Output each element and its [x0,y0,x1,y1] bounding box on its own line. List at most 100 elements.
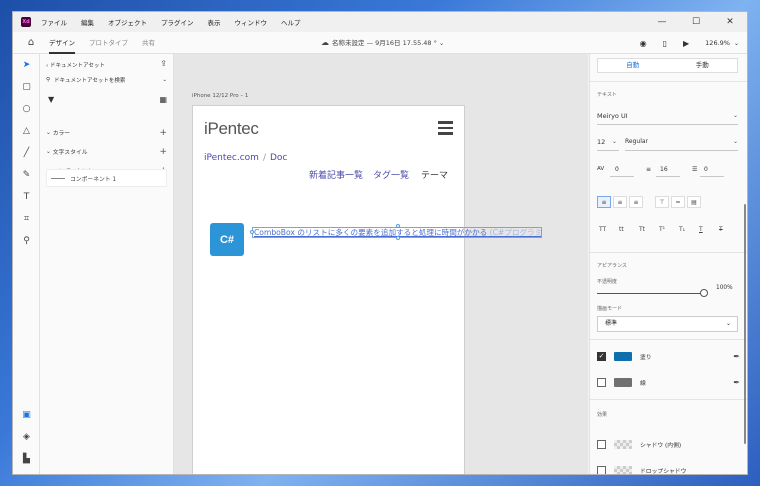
inner-shadow-swatch[interactable] [614,439,632,449]
grid-view-icon[interactable]: ▦ [159,95,167,104]
eyedropper-icon[interactable]: ✒ [733,352,740,361]
menu-file[interactable]: ファイル [41,17,67,27]
resize-handle-left[interactable] [250,230,254,234]
menu-window[interactable]: ウィンドウ [235,17,268,27]
inner-shadow-row: シャドウ (内側) [597,438,740,450]
maximize-button[interactable]: ☐ [679,12,713,32]
nav-new-articles[interactable]: 新着記事一覧 [309,168,363,181]
superscript-button[interactable]: T¹ [659,226,679,233]
toolbar: ⌂ デザイン プロトタイプ 共有 ☁ 名称未設定 — 9月16日 17.55.48… [13,32,747,54]
chevron-down-icon: ⌄ [725,320,731,327]
eyedropper-icon[interactable]: ✒ [733,378,740,387]
section-char-styles[interactable]: ⌄ 文字スタイル + [46,147,167,157]
valign-middle-icon[interactable]: = [671,196,685,208]
add-char-style-icon[interactable]: + [159,147,167,157]
zoom-tool-icon[interactable]: ⚲ [13,236,40,246]
assets-header[interactable]: ‹ ドキュメントアセット [46,61,105,69]
text-tool-icon[interactable]: T [13,192,40,202]
valign-bottom-icon[interactable]: ▤ [687,196,701,208]
assets-panel-icon[interactable]: ▣ [13,410,40,420]
align-right-icon[interactable]: ≡ [629,196,643,208]
opacity-value[interactable]: 100% [716,285,733,291]
document-title[interactable]: ☁ 名称未設定 — 9月16日 17.55.48 ° ⌄ [321,32,444,54]
opacity-slider-handle[interactable] [700,289,708,297]
rectangle-tool-icon[interactable]: ▢ [13,82,40,92]
site-logo[interactable]: iPentec [204,119,259,139]
resize-handle-top[interactable] [396,224,400,228]
font-weight-select[interactable]: Regular [625,138,648,145]
artboard[interactable]: iPentec iPentec.com / Doc 新着記事一覧 タグ一覧 テーマ … [192,105,542,474]
ellipse-tool-icon[interactable]: ○ [13,104,40,114]
user-icon[interactable]: ◉ [640,39,647,48]
inner-shadow-checkbox[interactable] [597,439,606,449]
export-icon[interactable]: ⇪ [160,59,167,68]
blend-mode-select[interactable]: 標準 ⌄ [597,316,738,332]
minimize-button[interactable]: — [645,12,679,32]
drop-shadow-swatch[interactable] [614,465,632,474]
plugins-icon[interactable]: ▙ [13,454,40,464]
lowercase-button[interactable]: tt [619,226,639,233]
zoom-chevron-icon[interactable]: ⌄ [734,40,739,47]
tab-prototype[interactable]: プロトタイプ [89,32,128,54]
pen-tool-icon[interactable]: ✎ [13,170,40,180]
menu-edit[interactable]: 編集 [81,17,94,27]
uppercase-button[interactable]: TT [599,226,619,233]
zoom-level[interactable]: 126.9% [705,39,730,47]
breadcrumb-home[interactable]: iPentec.com [204,153,259,163]
tab-design[interactable]: デザイン [49,32,75,54]
line-spacing-input[interactable]: 16 [660,166,668,173]
canvas[interactable]: iPhone 12/12 Pro – 1 iPentec iPentec.com… [174,54,588,474]
strikethrough-button[interactable]: T [719,226,739,233]
size-mode-auto[interactable]: 自動 [598,59,668,72]
assets-panel: ‹ ドキュメントアセット ⇪ ⚲ ドキュメントアセットを検索 ⌄ ▼ ▦ ⌄ カ… [40,54,174,474]
menu-view[interactable]: 表示 [208,17,221,27]
opacity-slider-track[interactable] [597,293,701,294]
valign-top-icon[interactable]: ⊤ [655,196,669,208]
align-center-icon[interactable]: ≡ [613,196,627,208]
drop-shadow-checkbox[interactable] [597,465,606,474]
fill-color-swatch[interactable] [614,351,632,361]
close-button[interactable]: ✕ [713,12,747,32]
font-size-input[interactable]: 12 [597,138,605,146]
select-tool-icon[interactable]: ➤ [13,60,40,70]
line-tool-icon[interactable]: ╱ [13,148,40,158]
section-colors[interactable]: ⌄ カラー + [46,128,167,138]
hamburger-menu-icon[interactable] [438,121,453,135]
align-left-icon[interactable]: ≡ [597,196,611,208]
home-icon[interactable]: ⌂ [13,37,49,48]
nav-themes[interactable]: テーマ [421,168,448,181]
titlecase-button[interactable]: Tt [639,226,659,233]
paragraph-spacing-input[interactable]: 0 [704,166,708,173]
device-preview-icon[interactable]: ▯ [663,39,667,48]
stroke-color-swatch[interactable] [614,377,632,387]
layers-icon[interactable]: ◈ [13,432,40,442]
add-color-icon[interactable]: + [159,128,167,138]
artboard-label[interactable]: iPhone 12/12 Pro – 1 [192,93,248,99]
menu-help[interactable]: ヘルプ [281,17,301,27]
assets-search-input[interactable]: ⚲ ドキュメントアセットを検索 ⌄ [46,74,167,86]
menu-plugins[interactable]: プラグイン [161,17,194,27]
menu-bar: Xd ファイル 編集 オブジェクト プラグイン 表示 ウィンドウ ヘルプ — ☐… [13,12,747,32]
breadcrumb-doc[interactable]: Doc [270,153,287,163]
char-spacing-input[interactable]: 0 [615,166,619,173]
menu-object[interactable]: オブジェクト [108,17,147,27]
csharp-badge[interactable]: C# [210,223,244,256]
fill-checkbox[interactable]: ✓ [597,351,606,361]
nav-tags[interactable]: タグ一覧 [373,168,409,181]
subscript-button[interactable]: T₁ [679,226,699,233]
filter-icon[interactable]: ▼ [48,95,54,104]
stroke-checkbox[interactable] [597,377,606,387]
size-mode-fixed[interactable]: 手動 [668,59,738,72]
artboard-tool-icon[interactable]: ⌗ [13,214,40,224]
play-icon[interactable]: ▶ [683,39,689,48]
chevron-down-icon: ⌄ [732,112,738,119]
resize-handle-bottom[interactable] [396,236,400,240]
chevron-down-icon: ⌄ [612,138,618,145]
font-family-select[interactable]: Meiryo UI [597,112,628,120]
underline-button[interactable]: T [699,226,719,233]
component-item[interactable]: コンポーネント 1 [46,169,167,187]
polygon-tool-icon[interactable]: △ [13,126,40,136]
chevron-down-icon: ⌄ [732,138,738,145]
inspector-scrollbar[interactable] [744,204,746,444]
tab-share[interactable]: 共有 [142,32,155,54]
